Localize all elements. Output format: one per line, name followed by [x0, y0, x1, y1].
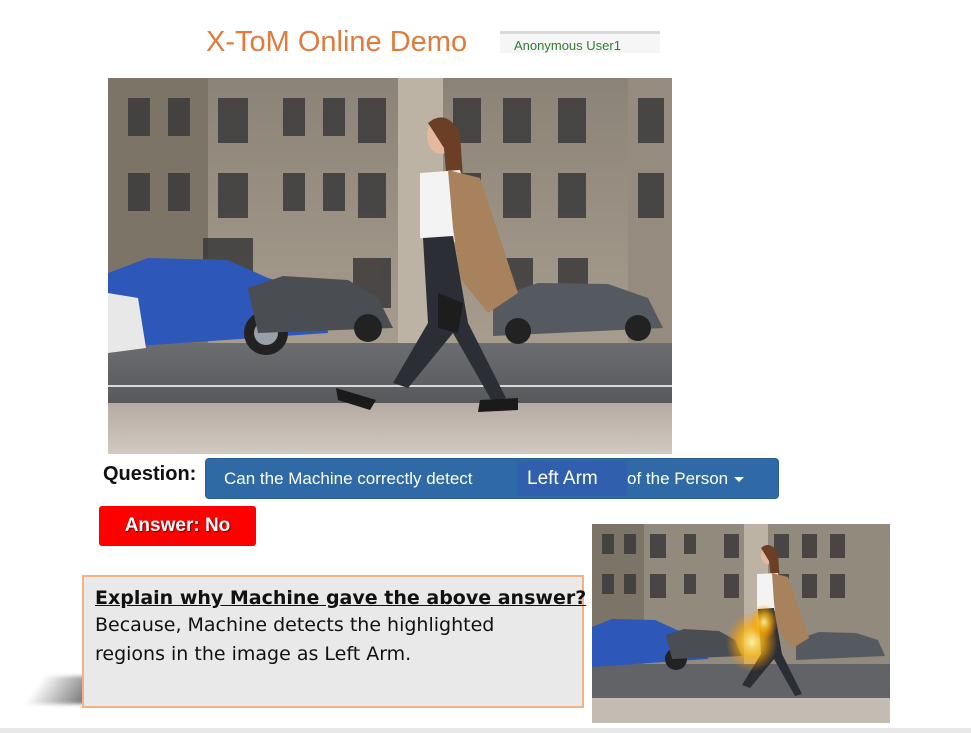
page-title: X-ToM Online Demo	[206, 26, 468, 58]
user-badge: Anonymous User1	[500, 31, 660, 53]
explanation-text: Because, Machine detects the highlighted…	[95, 614, 495, 665]
answer-badge: Answer: No	[99, 506, 256, 546]
street-scene-image	[108, 78, 672, 454]
body-part-select[interactable]: Left Arm	[517, 461, 627, 496]
heatmap-scene-image	[592, 524, 890, 723]
question-label: Question:	[103, 463, 197, 485]
explanation-box: Explain why Machine gave the above answe…	[82, 575, 587, 708]
explanation-title: Explain why Machine gave the above answe…	[95, 587, 587, 609]
footer-divider	[0, 728, 971, 733]
heatmap-photo	[592, 524, 890, 723]
main-photo	[108, 78, 672, 454]
caret-down-icon	[734, 477, 745, 483]
question-prefix: Can the Machine correctly detect	[224, 469, 473, 488]
question-suffix-text: of the Person	[627, 469, 729, 488]
question-dropdown[interactable]: Can the Machine correctly detect Left Ar…	[205, 458, 779, 499]
question-suffix: of the Person	[627, 469, 745, 489]
